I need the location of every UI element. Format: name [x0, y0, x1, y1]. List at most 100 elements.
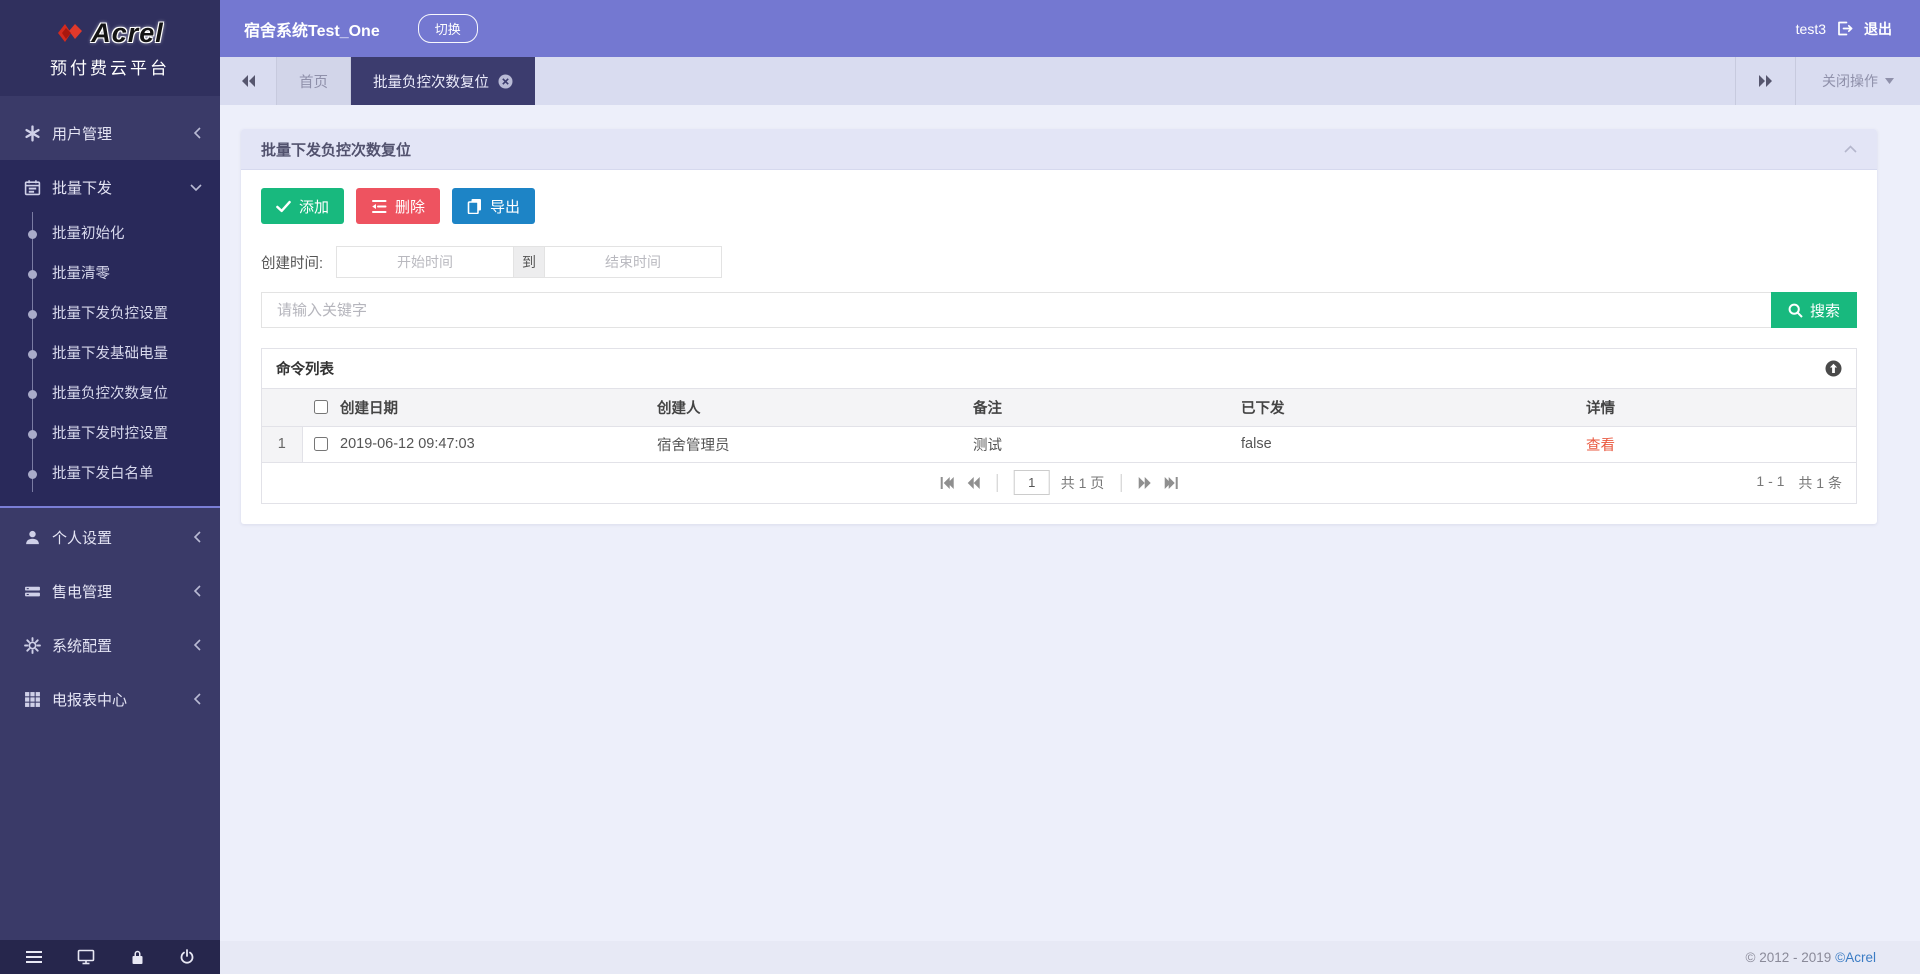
copyright-text: © 2012 - 2019 [1745, 950, 1832, 965]
scroll-top-icon[interactable] [1825, 360, 1842, 377]
record-range-label: 1 - 1 [1756, 472, 1785, 489]
sidebar-menu-lower: 个人设置 售电管理 系统配置 电报表中心 [0, 506, 220, 726]
sidebar-item-label: 用户管理 [52, 125, 113, 143]
asterisk-icon [24, 124, 41, 142]
chevron-left-icon [193, 639, 202, 651]
sidebar-subitem-batch-init[interactable]: 批量初始化 [0, 214, 220, 254]
content-area: 批量下发负控次数复位 添加 删除 导出 创建时间: 开始时间 到 结束时间 请输… [220, 105, 1920, 941]
chevron-up-icon[interactable] [1844, 145, 1857, 153]
main-area: 宿舍系统Test_One 切换 test3 退出 首页 批量负控次数复位 关闭操… [220, 0, 1920, 974]
grid-icon [24, 691, 41, 708]
panel-body: 添加 删除 导出 创建时间: 开始时间 到 结束时间 请输入关键字 搜索 命令列… [241, 170, 1877, 524]
page-title: 批量下发负控次数复位 [261, 141, 412, 159]
pagination-bar: 共 1 页 1 - 1 共 1 [262, 463, 1856, 503]
sidebar-submenu: 批量初始化 批量清零 批量下发负控设置 批量下发基础电量 批量负控次数复位 批量… [0, 212, 220, 494]
sidebar-subitem-load-control[interactable]: 批量下发负控设置 [0, 294, 220, 334]
last-page-icon[interactable] [1163, 476, 1178, 490]
sidebar-subitem-time-control[interactable]: 批量下发时控设置 [0, 414, 220, 454]
tabs-scroll-right-icon[interactable] [1735, 57, 1795, 105]
row-checkbox[interactable] [314, 437, 329, 452]
sidebar-item-label: 个人设置 [52, 529, 113, 547]
first-page-icon[interactable] [940, 476, 955, 490]
grid-title-row: 命令列表 [262, 349, 1856, 389]
acrel-logo-icon [56, 20, 84, 46]
start-time-input[interactable] [336, 246, 515, 278]
logout-icon[interactable] [1837, 21, 1853, 36]
view-detail-link[interactable]: 查看 [1586, 438, 1615, 454]
prev-page-icon[interactable] [966, 476, 981, 490]
rows-icon [24, 583, 41, 600]
topbar: 宿舍系统Test_One 切换 test3 退出 [220, 0, 1920, 57]
sidebar-subitem-batch-clear[interactable]: 批量清零 [0, 254, 220, 294]
sidebar-item-batch-issue[interactable]: 批量下发 [0, 160, 220, 214]
tabs-scroll-left-icon[interactable] [220, 57, 276, 105]
cell-date: 2019-06-12 09:47:03 [340, 426, 657, 463]
keyword-input[interactable] [261, 292, 1771, 328]
power-icon[interactable] [179, 949, 195, 965]
sidebar-item-label: 批量下发 [52, 179, 113, 197]
topbar-user-area: test3 退出 [1796, 19, 1892, 39]
table-header-row: 创建日期 创建人 备注 已下发 详情 [262, 389, 1856, 427]
pagination-controls: 共 1 页 [940, 470, 1179, 495]
brand-logo: Acrel 预付费云平台 [0, 0, 220, 96]
total-pages-label: 共 1 页 [1060, 474, 1105, 491]
cell-issued: false [1241, 426, 1586, 463]
page-input[interactable] [1013, 470, 1050, 495]
cell-remark: 测试 [973, 426, 1241, 463]
cell-creator: 宿舍管理员 [657, 426, 973, 463]
row-number-header [262, 389, 302, 427]
column-header-issued: 已下发 [1241, 389, 1586, 427]
logout-button[interactable]: 退出 [1864, 19, 1892, 39]
close-icon[interactable] [498, 74, 513, 89]
user-icon [24, 529, 41, 546]
brand-name: Acrel [91, 17, 164, 48]
outdent-icon [371, 199, 387, 214]
sidebar-item-sales-management[interactable]: 售电管理 [0, 564, 220, 618]
gear-icon [24, 636, 41, 654]
tab-label: 批量负控次数复位 [373, 74, 489, 91]
sidebar-subitem-whitelist[interactable]: 批量下发白名单 [0, 454, 220, 494]
sidebar-item-label: 电报表中心 [52, 691, 128, 709]
tabbar-right-controls: 关闭操作 [1735, 57, 1920, 105]
hamburger-icon[interactable] [25, 950, 43, 964]
switch-system-button[interactable]: 切换 [417, 14, 478, 43]
tab-home[interactable]: 首页 [276, 57, 351, 105]
sidebar-item-system-config[interactable]: 系统配置 [0, 618, 220, 672]
chevron-left-icon [193, 127, 202, 139]
caret-down-icon [1885, 78, 1894, 84]
create-time-filter: 创建时间: 到 [261, 246, 1857, 278]
sidebar-item-label: 售电管理 [52, 583, 113, 601]
monitor-icon[interactable] [77, 949, 95, 965]
record-count: 1 - 1 共 1 条 [1756, 473, 1842, 493]
export-button[interactable]: 导出 [452, 188, 536, 224]
table-row[interactable]: 1 2019-06-12 09:47:03 宿舍管理员 测试 false 查看 [262, 426, 1856, 463]
acrel-footer-link[interactable]: ©Acrel [1835, 950, 1876, 965]
sidebar-subitem-load-reset[interactable]: 批量负控次数复位 [0, 374, 220, 414]
pager-divider [1120, 473, 1122, 492]
sidebar-subitem-base-energy[interactable]: 批量下发基础电量 [0, 334, 220, 374]
search-label: 搜索 [1809, 302, 1840, 320]
app-root: Acrel 预付费云平台 用户管理 批量下发 批量初始化 批量清零 批量下发负控… [0, 0, 1920, 974]
chevron-left-icon [193, 585, 202, 597]
next-page-icon[interactable] [1137, 476, 1152, 490]
sidebar-item-personal-settings[interactable]: 个人设置 [0, 510, 220, 564]
chevron-down-icon [190, 183, 202, 192]
select-all-checkbox[interactable] [314, 400, 328, 415]
add-button[interactable]: 添加 [261, 188, 345, 224]
sidebar-item-meter-center[interactable]: 电报表中心 [0, 672, 220, 726]
end-time-input[interactable] [544, 246, 723, 278]
sidebar-footer [0, 940, 220, 974]
cell-detail: 查看 [1586, 426, 1856, 463]
column-header-creator: 创建人 [657, 389, 973, 427]
create-time-label: 创建时间: [261, 255, 324, 272]
tab-load-reset-active[interactable]: 批量负控次数复位 [351, 57, 535, 105]
close-operations-dropdown[interactable]: 关闭操作 [1795, 57, 1920, 105]
search-button[interactable]: 搜索 [1771, 292, 1857, 328]
column-header-date: 创建日期 [340, 389, 657, 427]
command-table: 创建日期 创建人 备注 已下发 详情 1 2019-06-12 09:47:03… [262, 389, 1856, 463]
chevron-left-icon [193, 531, 202, 543]
sidebar-item-user-management[interactable]: 用户管理 [0, 106, 220, 160]
chevron-left-icon [193, 693, 202, 705]
lock-icon[interactable] [130, 949, 145, 965]
delete-button[interactable]: 删除 [356, 188, 441, 224]
